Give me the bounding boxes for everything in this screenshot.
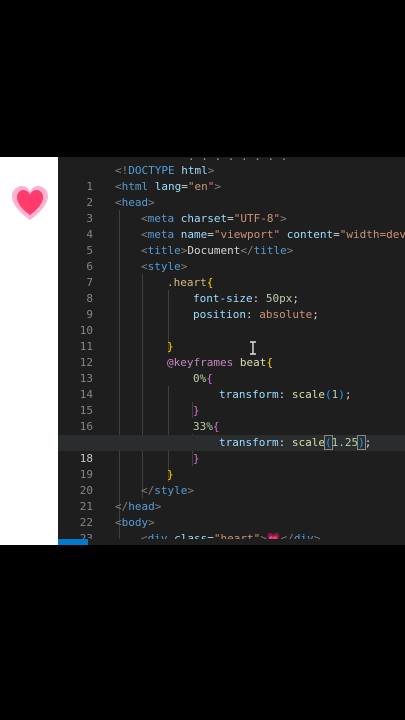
partially-visible-line: · · · · · · · ·	[58, 157, 405, 162]
code-line: 3 <head>	[58, 195, 405, 225]
code-line: 11	[58, 323, 405, 353]
code-line: 1 <!DOCTYPE html>	[58, 163, 405, 193]
code-line: 17 33%{	[58, 419, 405, 449]
code-line: 12 }	[58, 339, 405, 369]
code-editor[interactable]: · · · · · · · · 1 <!DOCTYPE html> 2 <htm…	[58, 157, 405, 545]
code-line: 9 font-size: 50px;	[58, 291, 405, 321]
status-bar	[58, 539, 405, 545]
code-line: 2 <html lang="en">	[58, 179, 405, 209]
code-line: 4 <meta charset="UTF-8">	[58, 211, 405, 241]
code-line: 6 <title>Document</title>	[58, 243, 405, 273]
heart-icon	[10, 184, 50, 224]
code-line: 22 </head>	[58, 499, 405, 529]
browser-preview-panel	[0, 157, 58, 545]
code-line: 19 }	[58, 451, 405, 481]
code-line: 5 <meta name="viewport" content="width=d…	[58, 227, 405, 257]
code-line: 16 }	[58, 403, 405, 433]
text-cursor-icon	[249, 340, 257, 359]
code-line: 15 transform: scale(1);	[58, 387, 405, 417]
code-line: 10 position: absolute;	[58, 307, 405, 337]
code-line: 13 @keyframes beat{	[58, 355, 405, 385]
code-line: 7 <style>	[58, 259, 405, 289]
code-line: 21 </style>	[58, 483, 405, 513]
code-line-active: 18 transform: scale(1.25);	[58, 435, 405, 465]
status-accent	[58, 539, 88, 545]
code-line: 14 0%{	[58, 371, 405, 401]
code-line: 23 <body>	[58, 515, 405, 545]
code-line: 8 .heart{	[58, 275, 405, 305]
code-line: 20 }	[58, 467, 405, 497]
